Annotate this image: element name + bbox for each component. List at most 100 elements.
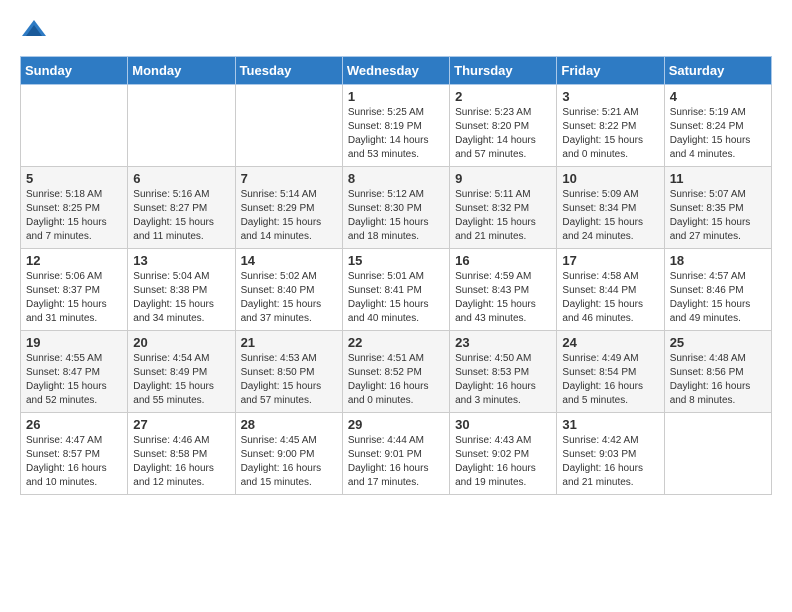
day-cell: 1 Sunrise: 5:25 AM Sunset: 8:19 PM Daylig…: [342, 85, 449, 167]
day-number: 3: [562, 89, 658, 104]
day-number: 14: [241, 253, 337, 268]
day-cell: 16 Sunrise: 4:59 AM Sunset: 8:43 PM Dayli…: [450, 249, 557, 331]
header-row: SundayMondayTuesdayWednesdayThursdayFrid…: [21, 57, 772, 85]
day-cell: [664, 413, 771, 495]
day-cell: [128, 85, 235, 167]
day-cell: 22 Sunrise: 4:51 AM Sunset: 8:52 PM Dayli…: [342, 331, 449, 413]
header-cell-tuesday: Tuesday: [235, 57, 342, 85]
day-number: 27: [133, 417, 229, 432]
day-info: Sunrise: 5:12 AM Sunset: 8:30 PM Dayligh…: [348, 188, 444, 244]
day-cell: 23 Sunrise: 4:50 AM Sunset: 8:53 PM Dayli…: [450, 331, 557, 413]
logo-icon: [20, 16, 48, 44]
day-cell: 11Sunrise: 5:07 AM Sunset: 8:35 PM Dayli…: [664, 167, 771, 249]
day-info: Sunrise: 4:47 AM Sunset: 8:57 PM Dayligh…: [26, 434, 122, 490]
day-number: 21: [241, 335, 337, 350]
day-cell: 28 Sunrise: 4:45 AM Sunset: 9:00 PM Dayli…: [235, 413, 342, 495]
header-cell-thursday: Thursday: [450, 57, 557, 85]
week-row-2: 5 Sunrise: 5:18 AM Sunset: 8:25 PM Daylig…: [21, 167, 772, 249]
day-info: Sunrise: 5:16 AM Sunset: 8:27 PM Dayligh…: [133, 188, 229, 244]
calendar-table: SundayMondayTuesdayWednesdayThursdayFrid…: [20, 56, 772, 495]
day-number: 2: [455, 89, 551, 104]
day-cell: 7Sunrise: 5:14 AM Sunset: 8:29 PM Daylig…: [235, 167, 342, 249]
day-number: 6: [133, 171, 229, 186]
day-number: 5: [26, 171, 122, 186]
day-number: 13: [133, 253, 229, 268]
week-row-1: 1 Sunrise: 5:25 AM Sunset: 8:19 PM Daylig…: [21, 85, 772, 167]
day-cell: 10Sunrise: 5:09 AM Sunset: 8:34 PM Dayli…: [557, 167, 664, 249]
day-number: 31: [562, 417, 658, 432]
day-number: 9: [455, 171, 551, 186]
day-number: 28: [241, 417, 337, 432]
day-cell: 17 Sunrise: 4:58 AM Sunset: 8:44 PM Dayli…: [557, 249, 664, 331]
day-info: Sunrise: 5:25 AM Sunset: 8:19 PM Dayligh…: [348, 106, 444, 162]
calendar-header: SundayMondayTuesdayWednesdayThursdayFrid…: [21, 57, 772, 85]
day-number: 18: [670, 253, 766, 268]
day-cell: 2Sunrise: 5:23 AM Sunset: 8:20 PM Daylig…: [450, 85, 557, 167]
day-info: Sunrise: 5:06 AM Sunset: 8:37 PM Dayligh…: [26, 270, 122, 326]
calendar-body: 1 Sunrise: 5:25 AM Sunset: 8:19 PM Daylig…: [21, 85, 772, 495]
day-info: Sunrise: 5:18 AM Sunset: 8:25 PM Dayligh…: [26, 188, 122, 244]
day-info: Sunrise: 4:50 AM Sunset: 8:53 PM Dayligh…: [455, 352, 551, 408]
day-info: Sunrise: 4:48 AM Sunset: 8:56 PM Dayligh…: [670, 352, 766, 408]
day-number: 12: [26, 253, 122, 268]
day-number: 22: [348, 335, 444, 350]
day-info: Sunrise: 5:21 AM Sunset: 8:22 PM Dayligh…: [562, 106, 658, 162]
day-info: Sunrise: 4:42 AM Sunset: 9:03 PM Dayligh…: [562, 434, 658, 490]
day-cell: 8 Sunrise: 5:12 AM Sunset: 8:30 PM Daylig…: [342, 167, 449, 249]
day-info: Sunrise: 4:59 AM Sunset: 8:43 PM Dayligh…: [455, 270, 551, 326]
week-row-5: 26 Sunrise: 4:47 AM Sunset: 8:57 PM Dayli…: [21, 413, 772, 495]
header-cell-wednesday: Wednesday: [342, 57, 449, 85]
header-cell-friday: Friday: [557, 57, 664, 85]
day-info: Sunrise: 5:02 AM Sunset: 8:40 PM Dayligh…: [241, 270, 337, 326]
day-cell: 18Sunrise: 4:57 AM Sunset: 8:46 PM Dayli…: [664, 249, 771, 331]
day-cell: 5 Sunrise: 5:18 AM Sunset: 8:25 PM Daylig…: [21, 167, 128, 249]
day-cell: 26 Sunrise: 4:47 AM Sunset: 8:57 PM Dayli…: [21, 413, 128, 495]
day-number: 23: [455, 335, 551, 350]
day-number: 29: [348, 417, 444, 432]
day-info: Sunrise: 5:09 AM Sunset: 8:34 PM Dayligh…: [562, 188, 658, 244]
day-number: 17: [562, 253, 658, 268]
header-cell-monday: Monday: [128, 57, 235, 85]
day-info: Sunrise: 4:45 AM Sunset: 9:00 PM Dayligh…: [241, 434, 337, 490]
day-cell: 13 Sunrise: 5:04 AM Sunset: 8:38 PM Dayli…: [128, 249, 235, 331]
day-info: Sunrise: 5:01 AM Sunset: 8:41 PM Dayligh…: [348, 270, 444, 326]
day-cell: 30Sunrise: 4:43 AM Sunset: 9:02 PM Dayli…: [450, 413, 557, 495]
day-cell: [235, 85, 342, 167]
day-info: Sunrise: 5:04 AM Sunset: 8:38 PM Dayligh…: [133, 270, 229, 326]
day-info: Sunrise: 4:49 AM Sunset: 8:54 PM Dayligh…: [562, 352, 658, 408]
day-cell: 24Sunrise: 4:49 AM Sunset: 8:54 PM Dayli…: [557, 331, 664, 413]
day-cell: 9 Sunrise: 5:11 AM Sunset: 8:32 PM Daylig…: [450, 167, 557, 249]
logo: [20, 16, 52, 44]
day-cell: 15 Sunrise: 5:01 AM Sunset: 8:41 PM Dayli…: [342, 249, 449, 331]
day-info: Sunrise: 4:46 AM Sunset: 8:58 PM Dayligh…: [133, 434, 229, 490]
day-number: 26: [26, 417, 122, 432]
day-number: 1: [348, 89, 444, 104]
day-cell: 25 Sunrise: 4:48 AM Sunset: 8:56 PM Dayli…: [664, 331, 771, 413]
day-number: 4: [670, 89, 766, 104]
day-number: 25: [670, 335, 766, 350]
page-header: [20, 16, 772, 44]
day-cell: 19Sunrise: 4:55 AM Sunset: 8:47 PM Dayli…: [21, 331, 128, 413]
week-row-3: 12 Sunrise: 5:06 AM Sunset: 8:37 PM Dayli…: [21, 249, 772, 331]
day-info: Sunrise: 4:58 AM Sunset: 8:44 PM Dayligh…: [562, 270, 658, 326]
day-info: Sunrise: 5:11 AM Sunset: 8:32 PM Dayligh…: [455, 188, 551, 244]
day-number: 8: [348, 171, 444, 186]
day-number: 19: [26, 335, 122, 350]
day-cell: 3 Sunrise: 5:21 AM Sunset: 8:22 PM Daylig…: [557, 85, 664, 167]
day-info: Sunrise: 4:43 AM Sunset: 9:02 PM Dayligh…: [455, 434, 551, 490]
day-cell: 14 Sunrise: 5:02 AM Sunset: 8:40 PM Dayli…: [235, 249, 342, 331]
header-cell-saturday: Saturday: [664, 57, 771, 85]
day-info: Sunrise: 4:51 AM Sunset: 8:52 PM Dayligh…: [348, 352, 444, 408]
day-cell: 20 Sunrise: 4:54 AM Sunset: 8:49 PM Dayli…: [128, 331, 235, 413]
day-cell: 4Sunrise: 5:19 AM Sunset: 8:24 PM Daylig…: [664, 85, 771, 167]
day-info: Sunrise: 4:53 AM Sunset: 8:50 PM Dayligh…: [241, 352, 337, 408]
day-cell: 21 Sunrise: 4:53 AM Sunset: 8:50 PM Dayli…: [235, 331, 342, 413]
header-cell-sunday: Sunday: [21, 57, 128, 85]
day-info: Sunrise: 4:54 AM Sunset: 8:49 PM Dayligh…: [133, 352, 229, 408]
day-number: 16: [455, 253, 551, 268]
day-cell: 12 Sunrise: 5:06 AM Sunset: 8:37 PM Dayli…: [21, 249, 128, 331]
week-row-4: 19Sunrise: 4:55 AM Sunset: 8:47 PM Dayli…: [21, 331, 772, 413]
day-number: 15: [348, 253, 444, 268]
day-cell: [21, 85, 128, 167]
day-number: 20: [133, 335, 229, 350]
